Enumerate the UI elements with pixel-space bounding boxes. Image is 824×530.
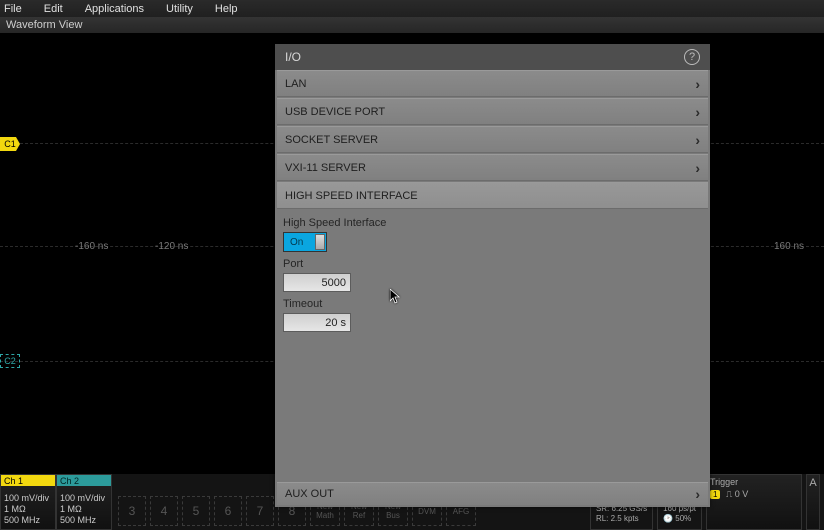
nav-socket-server[interactable]: SOCKET SERVER › <box>277 126 708 153</box>
io-panel-title: I/O <box>285 50 301 64</box>
chevron-right-icon: › <box>695 486 700 502</box>
time-label: -160 ns <box>75 241 108 252</box>
acq-box[interactable]: A <box>806 474 820 530</box>
channel2-marker[interactable]: C2 <box>0 354 20 368</box>
menu-edit[interactable]: Edit <box>44 3 63 15</box>
rising-edge-icon: ⎍ <box>726 489 732 499</box>
channel1-marker[interactable]: C1 <box>0 137 20 151</box>
chevron-right-icon: › <box>695 76 700 92</box>
slot-5[interactable]: 5 <box>182 496 210 526</box>
menu-applications[interactable]: Applications <box>85 3 144 15</box>
channel2-badge[interactable]: Ch 2 100 mV/div 1 MΩ 500 MHz <box>56 474 112 530</box>
ch2-tab: Ch 2 <box>57 475 111 486</box>
timeout-label: Timeout <box>283 298 702 310</box>
help-icon[interactable]: ? <box>684 49 700 65</box>
trigger-level: 0 V <box>735 489 749 499</box>
waveform-view-title: Waveform View <box>0 17 824 33</box>
port-input[interactable]: 5000 <box>283 273 351 292</box>
chevron-right-icon: › <box>695 160 700 176</box>
slot-7[interactable]: 7 <box>246 496 274 526</box>
ch1-imp: 1 MΩ <box>4 504 52 515</box>
chevron-right-icon: › <box>695 104 700 120</box>
chevron-right-icon: › <box>695 132 700 148</box>
mouse-cursor-icon <box>390 289 400 303</box>
io-panel-body: High Speed Interface On Port 5000 Timeou… <box>275 210 710 482</box>
timeout-input[interactable]: 20 s <box>283 313 351 332</box>
nav-socket-label: SOCKET SERVER <box>285 134 378 146</box>
nav-high-speed-interface[interactable]: HIGH SPEED INTERFACE <box>277 182 708 209</box>
status-pc: 50% <box>675 514 691 523</box>
status-rl: RL: 2.5 kpts <box>596 514 647 524</box>
channel1-badge[interactable]: Ch 1 100 mV/div 1 MΩ 500 MHz <box>0 474 56 530</box>
aux-out-label: AUX OUT <box>285 488 334 500</box>
slot-3[interactable]: 3 <box>118 496 146 526</box>
menu-help[interactable]: Help <box>215 3 238 15</box>
hs-interface-label: High Speed Interface <box>283 217 702 229</box>
nav-usb-label: USB DEVICE PORT <box>285 106 385 118</box>
trigger-box[interactable]: Trigger 1 ⎍ 0 V <box>706 474 802 530</box>
time-label: -120 ns <box>155 241 188 252</box>
nav-vxi-label: VXI-11 SERVER <box>285 162 366 174</box>
slot-4[interactable]: 4 <box>150 496 178 526</box>
ch2-imp: 1 MΩ <box>60 504 108 515</box>
trigger-channel-badge: 1 <box>710 490 720 499</box>
nav-lan-label: LAN <box>285 78 306 90</box>
menu-bar: File Edit Applications Utility Help <box>0 0 824 17</box>
nav-lan[interactable]: LAN › <box>277 70 708 97</box>
ch2-vdiv: 100 mV/div <box>60 493 108 504</box>
io-panel: I/O ? LAN › USB DEVICE PORT › SOCKET SER… <box>275 44 710 507</box>
io-panel-header: I/O ? <box>275 44 710 70</box>
ch2-bw: 500 MHz <box>60 515 108 526</box>
waveform-area[interactable]: C1 C2 -160 ns -120 ns 160 ns I/O ? LAN ›… <box>0 33 824 474</box>
ch1-bw: 500 MHz <box>4 515 52 526</box>
toggle-on-text: On <box>290 237 303 248</box>
nav-usb-device-port[interactable]: USB DEVICE PORT › <box>277 98 708 125</box>
trigger-title: Trigger <box>710 477 798 487</box>
nav-hs-label: HIGH SPEED INTERFACE <box>285 190 418 202</box>
ch1-vdiv: 100 mV/div <box>4 493 52 504</box>
time-label: 160 ns <box>774 241 804 252</box>
hs-interface-toggle[interactable]: On <box>283 232 327 252</box>
port-label: Port <box>283 258 702 270</box>
slot-6[interactable]: 6 <box>214 496 242 526</box>
ch1-tab: Ch 1 <box>1 475 55 486</box>
menu-utility[interactable]: Utility <box>166 3 193 15</box>
toggle-knob <box>315 234 325 250</box>
menu-file[interactable]: File <box>4 3 22 15</box>
nav-aux-out[interactable]: AUX OUT › <box>277 482 708 505</box>
nav-vxi11-server[interactable]: VXI-11 SERVER › <box>277 154 708 181</box>
